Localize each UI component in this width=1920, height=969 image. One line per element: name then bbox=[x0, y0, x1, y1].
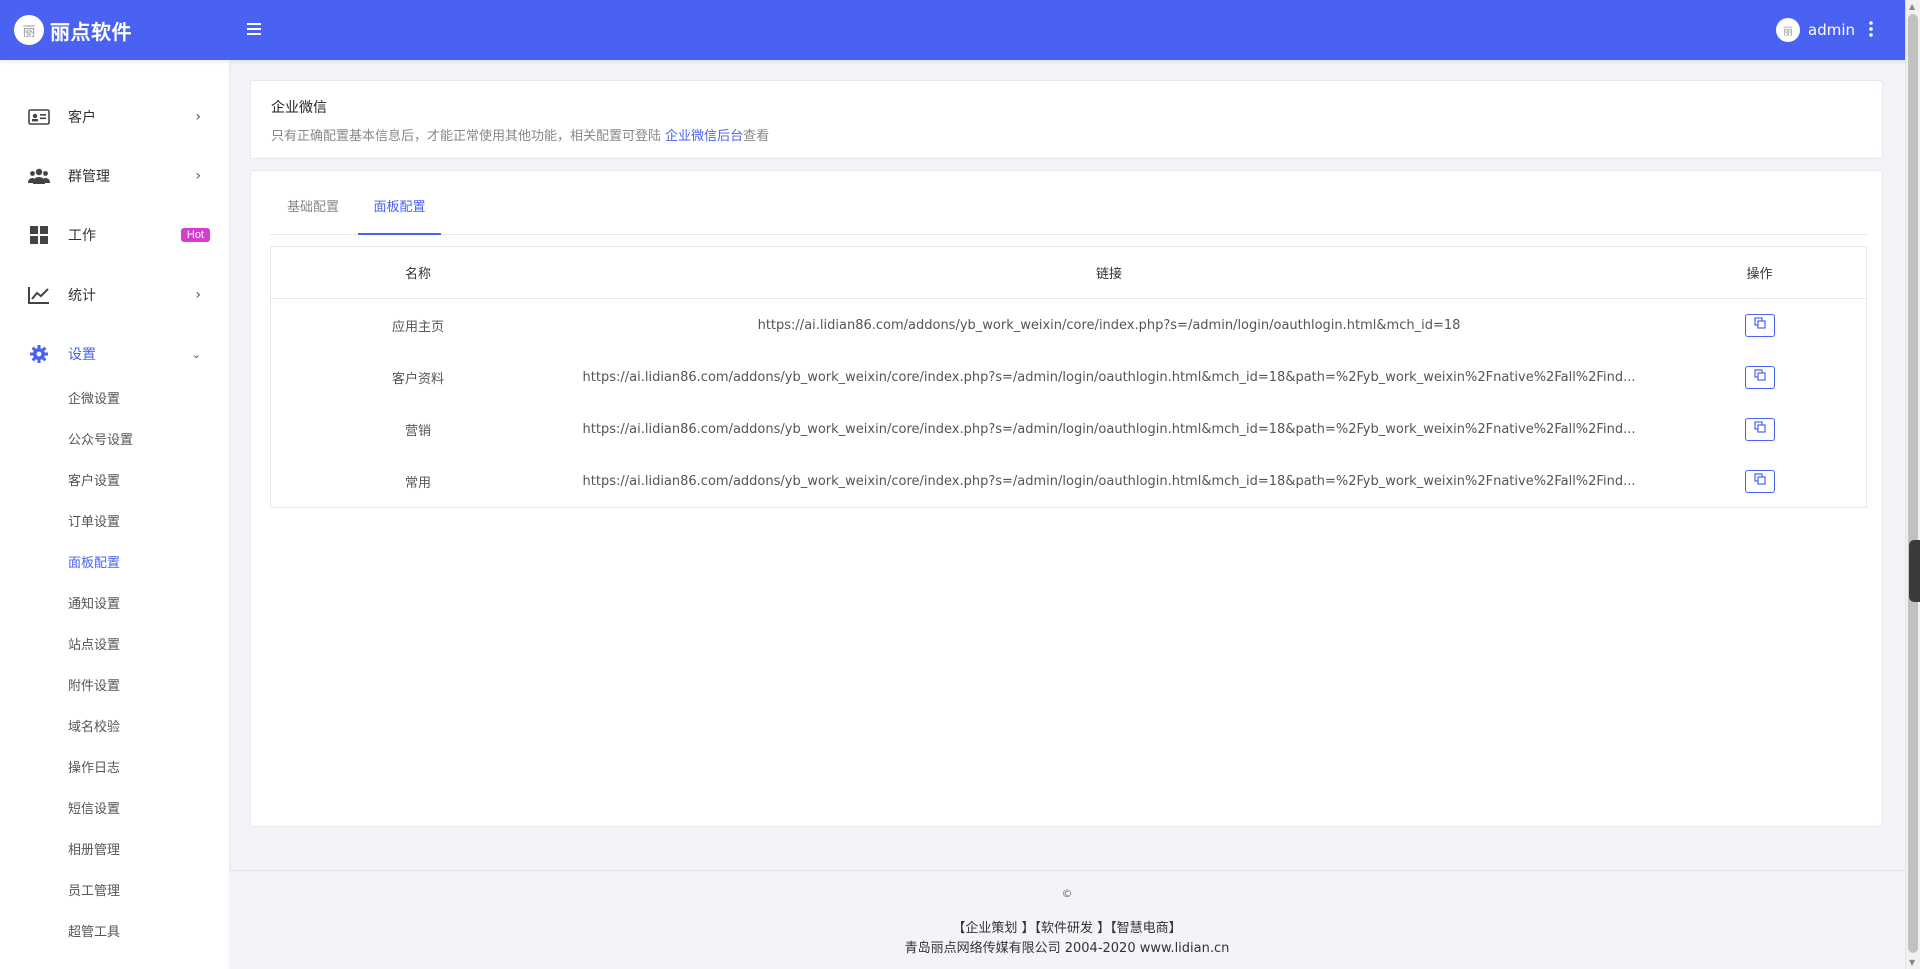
row-link[interactable]: https://ai.lidian86.com/addons/yb_work_w… bbox=[565, 474, 1653, 489]
footer-company: 青岛丽点网络传媒有限公司 2004-2020 www.lidian.cn bbox=[904, 941, 1230, 956]
tab-panel-config[interactable]: 面板配置 bbox=[358, 189, 441, 235]
kebab-icon[interactable] bbox=[1869, 20, 1873, 40]
scroll-thumb[interactable] bbox=[1908, 14, 1918, 953]
hot-badge: Hot bbox=[180, 228, 210, 242]
header-link: 链接 bbox=[1095, 267, 1122, 282]
sidebar-item-label: 统计 bbox=[68, 288, 96, 304]
sidebar-subitem-panel-config[interactable]: 面板配置 bbox=[68, 553, 120, 575]
sidebar-subitem-order-settings[interactable]: 订单设置 bbox=[68, 512, 120, 534]
row-action bbox=[1653, 313, 1866, 337]
sidebar-item-settings[interactable]: 设置 ⌄ bbox=[0, 334, 229, 374]
row-link[interactable]: https://ai.lidian86.com/addons/yb_work_w… bbox=[565, 318, 1653, 333]
sidebar-subitem-super-admin-tools[interactable]: 超管工具 bbox=[68, 922, 120, 944]
table-row: 常用 https://ai.lidian86.com/addons/yb_wor… bbox=[271, 455, 1866, 507]
main-card: 基础配置 面板配置 名称 链接 操作 应用主页 https://ai.lidia… bbox=[250, 170, 1883, 827]
header-action-label: 操作 bbox=[1746, 267, 1773, 282]
sidebar-item-label: 客户 bbox=[68, 110, 96, 126]
info-description: 只有正确配置基本信息后，才能正常使用其他功能，相关配置可登陆 企业微信后台查看 bbox=[271, 125, 769, 144]
sidebar-subitem-wecom-settings[interactable]: 企微设置 bbox=[68, 389, 120, 411]
user-menu[interactable]: 丽 admin bbox=[1776, 18, 1905, 42]
info-desc-prefix: 只有正确配置基本信息后，才能正常使用其他功能，相关配置可登陆 bbox=[271, 129, 666, 144]
sidebar-subitem-notification-settings[interactable]: 通知设置 bbox=[68, 594, 120, 616]
sidebar-item-work[interactable]: 工作 Hot bbox=[0, 215, 229, 255]
sidebar-subitem-site-settings[interactable]: 站点设置 bbox=[68, 635, 120, 657]
tab-basic-config[interactable]: 基础配置 bbox=[270, 189, 356, 235]
copy-button[interactable] bbox=[1744, 417, 1775, 441]
header-action: 操作 bbox=[1653, 263, 1866, 282]
copy-icon bbox=[1753, 369, 1766, 385]
footer-links[interactable]: 【企业策划 】【软件研发 】【智慧电商】 bbox=[229, 917, 1905, 936]
sidebar: 财务 › 客户 › 群管理 › 工作 Hot 统计 › 设置 ⌄ bbox=[0, 0, 229, 969]
table-row: 营销 https://ai.lidian86.com/addons/yb_wor… bbox=[271, 403, 1866, 455]
header-name: 名称 bbox=[404, 267, 431, 282]
info-desc-suffix: 查看 bbox=[743, 129, 770, 144]
scroll-down-icon[interactable]: ▼ bbox=[1909, 958, 1915, 967]
footer: © 【企业策划 】【软件研发 】【智慧电商】 青岛丽点网络传媒有限公司 2004… bbox=[229, 870, 1905, 969]
info-card: 企业微信 只有正确配置基本信息后，才能正常使用其他功能，相关配置可登陆 企业微信… bbox=[250, 80, 1883, 159]
row-action bbox=[1653, 365, 1866, 389]
sidebar-subitem-domain-verify[interactable]: 域名校验 bbox=[68, 717, 120, 739]
chevron-right-icon: › bbox=[195, 168, 201, 184]
hamburger-icon[interactable] bbox=[247, 20, 267, 40]
page-title: 企业微信 bbox=[271, 100, 327, 116]
copy-icon bbox=[1753, 421, 1766, 437]
wecom-admin-link[interactable]: 企业微信后台 bbox=[665, 129, 743, 144]
row-link[interactable]: https://ai.lidian86.com/addons/yb_work_w… bbox=[565, 370, 1653, 385]
brand-logo: 丽 bbox=[14, 15, 44, 45]
row-name: 客户资料 bbox=[391, 371, 444, 387]
scroll-up-icon[interactable]: ▲ bbox=[1909, 2, 1915, 11]
chevron-down-icon: ⌄ bbox=[191, 347, 201, 361]
row-link[interactable]: https://ai.lidian86.com/addons/yb_work_w… bbox=[565, 422, 1653, 437]
sidebar-subitem-customer-settings[interactable]: 客户设置 bbox=[68, 471, 120, 493]
row-action bbox=[1653, 417, 1866, 441]
copy-button[interactable] bbox=[1744, 469, 1775, 493]
copy-icon bbox=[1753, 473, 1766, 489]
users-icon bbox=[28, 165, 50, 187]
copy-icon bbox=[1753, 317, 1766, 333]
gear-icon bbox=[28, 343, 50, 365]
username[interactable]: admin bbox=[1808, 21, 1855, 39]
brand-name: 丽点软件 bbox=[50, 19, 132, 44]
chart-line-icon bbox=[28, 284, 50, 306]
chevron-right-icon: › bbox=[195, 287, 201, 303]
sidebar-item-label: 群管理 bbox=[68, 169, 110, 185]
grid-icon bbox=[28, 224, 50, 246]
sidebar-subitem-album-management[interactable]: 相册管理 bbox=[68, 840, 120, 862]
sidebar-subitem-official-account-settings[interactable]: 公众号设置 bbox=[68, 430, 133, 452]
sidebar-subitem-operation-log[interactable]: 操作日志 bbox=[68, 758, 120, 780]
sidebar-item-statistics[interactable]: 统计 › bbox=[0, 275, 229, 315]
side-panel-handle[interactable] bbox=[1909, 540, 1920, 602]
sidebar-item-label: 工作 bbox=[68, 228, 96, 244]
id-card-icon bbox=[28, 106, 50, 128]
copyright-symbol: © bbox=[1061, 887, 1073, 900]
row-name: 常用 bbox=[404, 475, 431, 491]
chevron-right-icon: › bbox=[195, 109, 201, 125]
table-header: 名称 链接 操作 bbox=[271, 247, 1866, 299]
sidebar-subitem-attachment-settings[interactable]: 附件设置 bbox=[68, 676, 120, 698]
table-row: 客户资料 https://ai.lidian86.com/addons/yb_w… bbox=[271, 351, 1866, 403]
copy-button[interactable] bbox=[1744, 313, 1775, 337]
sidebar-subitem-sms-settings[interactable]: 短信设置 bbox=[68, 799, 120, 821]
table-row: 应用主页 https://ai.lidian86.com/addons/yb_w… bbox=[271, 299, 1866, 351]
sidebar-item-label: 设置 bbox=[68, 347, 96, 363]
copy-button[interactable] bbox=[1744, 365, 1775, 389]
tab-bar: 基础配置 面板配置 bbox=[270, 189, 1867, 235]
row-name: 营销 bbox=[404, 423, 431, 439]
sidebar-item-customers[interactable]: 客户 › bbox=[0, 97, 229, 137]
avatar[interactable]: 丽 bbox=[1776, 18, 1800, 42]
sidebar-item-groups[interactable]: 群管理 › bbox=[0, 156, 229, 196]
row-name: 应用主页 bbox=[391, 319, 444, 335]
page-scrollbar[interactable]: ▲ ▼ bbox=[1905, 0, 1920, 969]
sidebar-subitem-staff-management[interactable]: 员工管理 bbox=[68, 881, 120, 903]
brand[interactable]: 丽 丽点软件 bbox=[0, 0, 229, 60]
top-navbar: 丽 丽点软件 丽 admin bbox=[0, 0, 1905, 60]
row-action bbox=[1653, 469, 1866, 493]
link-table: 名称 链接 操作 应用主页 https://ai.lidian86.com/ad… bbox=[270, 246, 1867, 508]
